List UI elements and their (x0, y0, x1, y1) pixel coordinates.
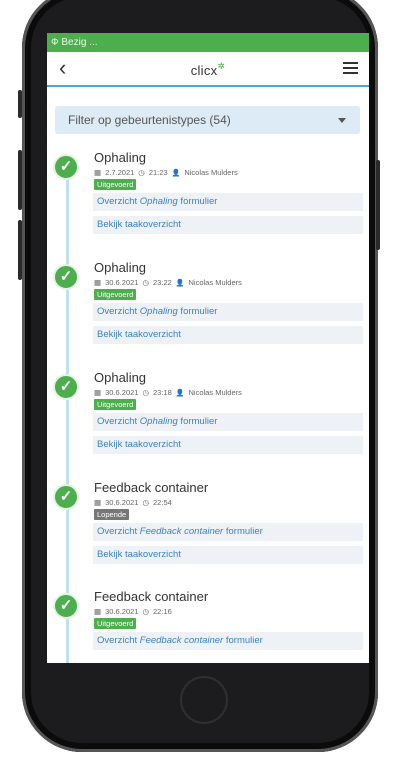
form-link-suffix: formulier (223, 526, 263, 537)
clock-icon: ◷ (142, 388, 150, 397)
form-link-prefix: Overzicht (97, 416, 140, 427)
form-overview-link[interactable]: Overzicht Ophaling formulier (93, 413, 363, 431)
event-title: Ophaling (94, 150, 147, 165)
status-badge: Uitgevoerd (94, 179, 137, 190)
user-icon: 👤 (175, 390, 185, 397)
event-user: Nicolas Mulders (188, 388, 242, 397)
timeline-event: ✓ Ophaling ▦ 2.7.2021 ◷ 21:23 👤 Nicolas Mulders… (47, 147, 369, 255)
logo-text: clicx (190, 63, 218, 78)
event-date: 2.7.2021 (105, 168, 135, 177)
event-time: 22:16 (153, 607, 172, 616)
timeline-event: ✓ Ophaling ▦ 30.6.2021 ◷ 23:18 👤 Nicolas Mulder… (47, 367, 369, 475)
form-overview-link[interactable]: Overzicht Feedback container formulier (93, 523, 363, 541)
form-link-name: Ophaling (139, 306, 178, 317)
event-time: 21:23 (148, 168, 168, 177)
check-circle-icon: ✓ (53, 374, 79, 400)
event-user: Nicolas Mulders (184, 168, 238, 177)
check-circle-icon: ✓ (53, 593, 79, 619)
event-date: 30.6.2021 (105, 498, 139, 507)
event-date: 30.6.2021 (105, 388, 139, 397)
app-screen: Ф Bezig ... ‹ clicx✲ Filter op gebeurten… (47, 33, 369, 663)
form-overview-link[interactable]: Overzicht Ophaling formulier (93, 193, 363, 211)
status-badge: Uitgevoerd (94, 618, 137, 629)
calendar-icon: ▦ (94, 168, 102, 177)
form-link-name: Ophaling (139, 416, 178, 427)
event-title: Feedback container (94, 480, 209, 495)
side-button-left-2 (18, 150, 22, 210)
event-time: 23:22 (153, 278, 172, 287)
filter-label: Filter op gebeurtenistypes (54) (68, 113, 231, 127)
event-title: Ophaling (94, 370, 147, 385)
check-circle-icon: ✓ (53, 264, 79, 290)
check-circle-icon: ✓ (53, 154, 79, 180)
calendar-icon: ▦ (94, 278, 102, 287)
caret-down-icon (338, 118, 346, 123)
event-meta: ▦ 30.6.2021 ◷ 22:16 (94, 607, 176, 616)
form-link-prefix: Overzicht (97, 526, 140, 537)
status-badge: Uitgevoerd (94, 289, 137, 300)
app-header: ‹ clicx✲ (47, 52, 369, 87)
logo-mark-icon: ✲ (217, 61, 226, 71)
event-time: 22:54 (153, 498, 172, 507)
event-type-filter[interactable]: Filter op gebeurtenistypes (54) (55, 106, 360, 134)
timeline-event: ✓ Feedback container ▦ 30.6.2021 ◷ 22:54 Lopen… (47, 477, 369, 585)
task-overview-link[interactable]: Bekijk taakoverzicht (93, 546, 363, 564)
task-overview-link[interactable]: Bekijk taakoverzicht (93, 326, 363, 344)
hamburger-icon[interactable] (343, 62, 358, 77)
calendar-icon: ▦ (94, 607, 102, 616)
timeline-event: ✓ Feedback container ▦ 30.6.2021 ◷ 22:16 Uitge… (47, 586, 369, 663)
calendar-icon: ▦ (94, 498, 102, 507)
clock-icon: ◷ (142, 498, 150, 507)
timeline-content: Filter op gebeurtenistypes (54) ✓ Ophalin… (47, 87, 369, 663)
task-overview-link[interactable]: Bekijk taakoverzicht (93, 216, 363, 234)
side-button-right (376, 160, 380, 250)
form-link-suffix: formulier (177, 306, 218, 317)
event-meta: ▦ 2.7.2021 ◷ 21:23 👤 Nicolas Mulders (94, 168, 242, 177)
form-link-suffix: formulier (177, 416, 218, 427)
check-circle-icon: ✓ (53, 484, 79, 510)
home-button[interactable] (180, 676, 228, 724)
status-badge: Uitgevoerd (94, 399, 137, 410)
form-overview-link[interactable]: Overzicht Ophaling formulier (93, 303, 363, 321)
side-button-left-1 (18, 90, 22, 118)
task-overview-link[interactable]: Bekijk taakoverzicht (93, 436, 363, 454)
event-time: 23:18 (153, 388, 172, 397)
status-bar: Ф Bezig ... (47, 33, 369, 52)
event-date: 30.6.2021 (105, 278, 139, 287)
clock-icon: ◷ (138, 168, 145, 177)
event-meta: ▦ 30.6.2021 ◷ 23:22 👤 Nicolas Mulders (94, 278, 246, 287)
event-date: 30.6.2021 (105, 607, 139, 616)
clock-icon: ◷ (142, 607, 150, 616)
form-link-prefix: Overzicht (97, 306, 140, 317)
form-link-name: Feedback container (139, 635, 224, 646)
event-user: Nicolas Mulders (188, 278, 242, 287)
user-icon: 👤 (171, 170, 181, 177)
form-link-name: Feedback container (139, 526, 224, 537)
clock-icon: ◷ (142, 278, 150, 287)
timeline-event: ✓ Ophaling ▦ 30.6.2021 ◷ 23:22 👤 Nicolas Mulder… (47, 257, 369, 365)
form-link-prefix: Overzicht (97, 635, 140, 646)
status-badge: Lopende (94, 509, 130, 520)
event-meta: ▦ 30.6.2021 ◷ 22:54 (94, 498, 176, 507)
user-icon: 👤 (175, 280, 185, 287)
event-title: Ophaling (94, 260, 147, 275)
app-logo: clicx✲ (47, 61, 369, 78)
form-link-suffix: formulier (177, 196, 218, 207)
side-button-left-3 (18, 220, 22, 280)
form-link-suffix: formulier (223, 635, 263, 646)
form-link-prefix: Overzicht (97, 196, 140, 207)
form-overview-link[interactable]: Overzicht Feedback container formulier (93, 632, 363, 650)
calendar-icon: ▦ (94, 388, 102, 397)
event-title: Feedback container (94, 589, 209, 604)
form-link-name: Ophaling (139, 196, 178, 207)
event-meta: ▦ 30.6.2021 ◷ 23:18 👤 Nicolas Mulders (94, 388, 246, 397)
